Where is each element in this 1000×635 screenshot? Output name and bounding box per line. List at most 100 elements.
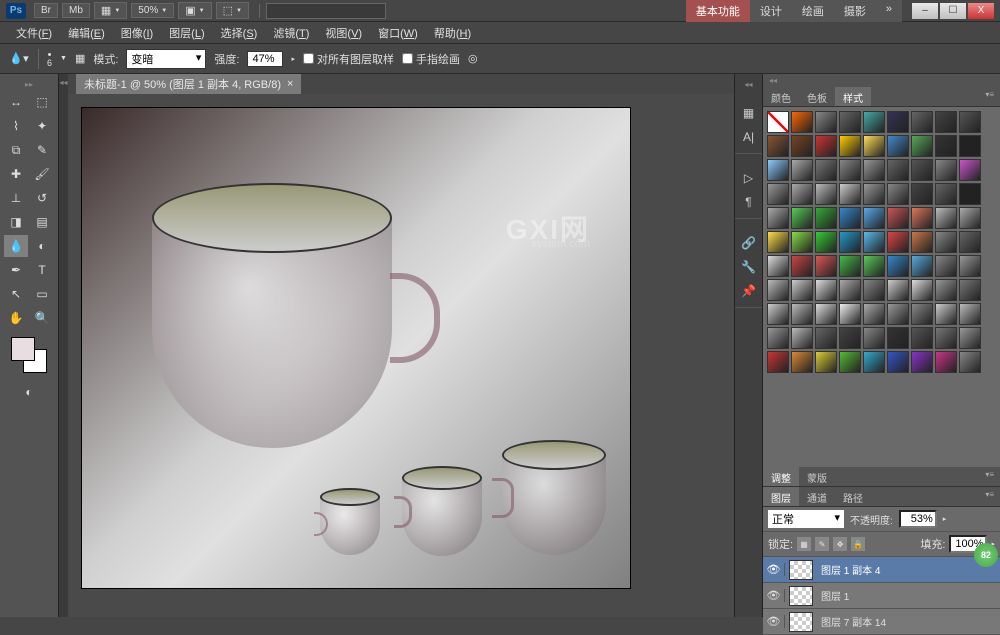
clone-icon[interactable]: 🔗 xyxy=(739,233,759,253)
style-swatch[interactable] xyxy=(959,327,981,349)
style-swatch[interactable] xyxy=(959,207,981,229)
style-swatch[interactable] xyxy=(839,111,861,133)
style-swatch[interactable] xyxy=(767,207,789,229)
style-swatch[interactable] xyxy=(815,303,837,325)
toolbar-collapse[interactable]: ▸▸ xyxy=(0,78,58,91)
menu-window[interactable]: 窗口(W) xyxy=(370,23,426,43)
style-swatch[interactable] xyxy=(815,327,837,349)
strip-collapse[interactable]: ◂◂ xyxy=(744,80,752,89)
style-swatch[interactable] xyxy=(887,327,909,349)
style-swatch[interactable] xyxy=(767,255,789,277)
style-swatch[interactable] xyxy=(839,183,861,205)
actions-icon[interactable]: ▷ xyxy=(739,168,759,188)
style-swatch[interactable] xyxy=(815,183,837,205)
style-swatch[interactable] xyxy=(863,303,885,325)
style-swatch[interactable] xyxy=(935,303,957,325)
character-icon[interactable]: A| xyxy=(739,127,759,147)
workspace-more[interactable]: » xyxy=(876,0,902,22)
tab-adjust[interactable]: 调整 xyxy=(763,467,799,486)
style-swatch[interactable] xyxy=(935,327,957,349)
tool-eyedropper[interactable]: ✎ xyxy=(30,139,54,161)
search-field[interactable] xyxy=(266,3,386,19)
tool-dodge[interactable]: ◐ xyxy=(30,235,54,257)
style-swatch[interactable] xyxy=(959,135,981,157)
style-swatch[interactable] xyxy=(791,159,813,181)
style-swatch[interactable] xyxy=(911,231,933,253)
tool-crop[interactable]: ⧉ xyxy=(4,139,28,161)
tab-masks[interactable]: 蒙版 xyxy=(799,467,835,486)
tool-history-brush[interactable]: ↺ xyxy=(30,187,54,209)
tab-channels[interactable]: 通道 xyxy=(799,487,835,506)
blend-mode-select[interactable]: 正常▾ xyxy=(768,510,844,528)
style-swatch[interactable] xyxy=(767,159,789,181)
opacity-flyout[interactable]: ▸ xyxy=(943,515,947,523)
tool-smudge[interactable]: 💧 xyxy=(4,235,28,257)
style-swatch[interactable] xyxy=(839,255,861,277)
style-swatch[interactable] xyxy=(959,231,981,253)
tool-lasso[interactable]: ⌇ xyxy=(4,115,28,137)
style-swatch[interactable] xyxy=(887,231,909,253)
strength-flyout[interactable]: ▸ xyxy=(291,55,295,63)
style-swatch[interactable] xyxy=(887,303,909,325)
style-swatch[interactable] xyxy=(863,159,885,181)
style-swatch[interactable] xyxy=(863,351,885,373)
style-swatch[interactable] xyxy=(887,351,909,373)
style-swatch[interactable] xyxy=(887,159,909,181)
toolbar-edge[interactable]: ◂◂ xyxy=(58,74,68,617)
style-swatch[interactable] xyxy=(791,255,813,277)
menu-image[interactable]: 图像(I) xyxy=(113,23,161,43)
style-swatch[interactable] xyxy=(959,111,981,133)
style-swatch[interactable] xyxy=(791,327,813,349)
style-swatch[interactable] xyxy=(911,351,933,373)
tool-marquee[interactable]: ⬚ xyxy=(30,91,54,113)
style-swatch[interactable] xyxy=(911,111,933,133)
style-swatch[interactable] xyxy=(935,207,957,229)
tab-swatches[interactable]: 色板 xyxy=(799,87,835,106)
screen-mode-button[interactable]: ▣ xyxy=(178,2,211,19)
style-swatch[interactable] xyxy=(911,303,933,325)
style-swatch[interactable] xyxy=(791,207,813,229)
style-swatch[interactable] xyxy=(791,111,813,133)
style-swatch[interactable] xyxy=(935,231,957,253)
visibility-icon[interactable]: 👁 xyxy=(763,589,785,602)
lock-all-icon[interactable]: 🔒 xyxy=(851,537,865,551)
tab-styles[interactable]: 样式 xyxy=(835,87,871,106)
menu-view[interactable]: 视图(V) xyxy=(317,23,370,43)
style-swatch[interactable] xyxy=(863,231,885,253)
tab-paths[interactable]: 路径 xyxy=(835,487,871,506)
tool-pen[interactable]: ✒ xyxy=(4,259,28,281)
style-swatch[interactable] xyxy=(887,111,909,133)
document-tab[interactable]: 未标题-1 @ 50% (图层 1 副本 4, RGB/8) × xyxy=(76,74,301,94)
canvas-viewport[interactable]: GXI网 system.com xyxy=(68,94,734,617)
style-swatch[interactable] xyxy=(887,279,909,301)
layer-row[interactable]: 👁图层 1 副本 4 xyxy=(763,557,1000,583)
tab-color[interactable]: 颜色 xyxy=(763,87,799,106)
tool-type[interactable]: T xyxy=(30,259,54,281)
style-swatch[interactable] xyxy=(911,207,933,229)
tool-hand[interactable]: ✋ xyxy=(4,307,28,329)
style-swatch[interactable] xyxy=(815,279,837,301)
opacity-input[interactable] xyxy=(899,510,937,528)
menu-edit[interactable]: 编辑(E) xyxy=(60,23,113,43)
style-swatch[interactable] xyxy=(815,207,837,229)
tool-gradient[interactable]: ▤ xyxy=(30,211,54,233)
style-swatch[interactable] xyxy=(863,183,885,205)
lock-paint-icon[interactable]: ✎ xyxy=(815,537,829,551)
style-swatch[interactable] xyxy=(767,111,789,133)
zoom-level-button[interactable]: 50% xyxy=(131,3,174,18)
style-swatch[interactable] xyxy=(959,255,981,277)
menu-layer[interactable]: 图层(L) xyxy=(161,23,212,43)
style-swatch[interactable] xyxy=(767,279,789,301)
style-swatch[interactable] xyxy=(935,183,957,205)
maximize-button[interactable]: ☐ xyxy=(940,3,966,19)
style-swatch[interactable] xyxy=(863,111,885,133)
style-swatch[interactable] xyxy=(935,135,957,157)
style-swatch[interactable] xyxy=(863,255,885,277)
close-tab-icon[interactable]: × xyxy=(287,78,293,90)
paragraph-icon[interactable]: ¶ xyxy=(739,192,759,212)
style-swatch[interactable] xyxy=(791,135,813,157)
style-swatch[interactable] xyxy=(863,279,885,301)
style-swatch[interactable] xyxy=(911,279,933,301)
style-swatch[interactable] xyxy=(839,159,861,181)
finger-paint-check[interactable]: 手指绘画 xyxy=(402,51,460,67)
